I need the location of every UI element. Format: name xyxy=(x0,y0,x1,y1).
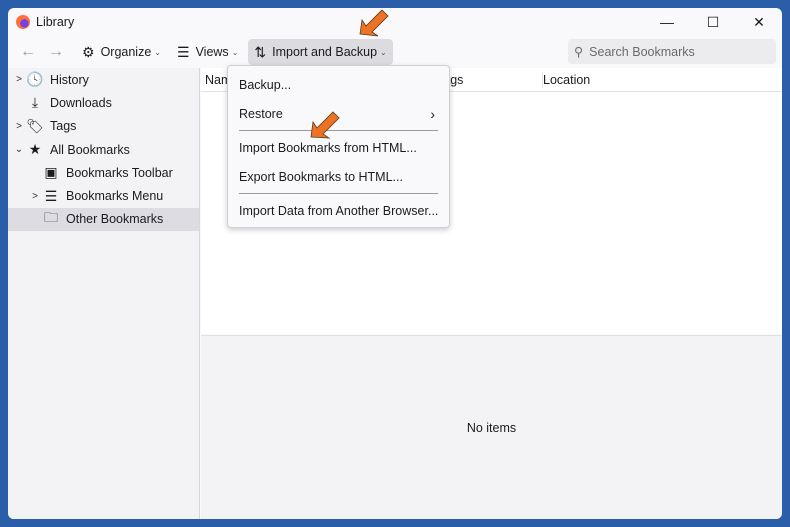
arrow-annotation-icon xyxy=(359,9,389,37)
annotation-arrows xyxy=(310,9,389,139)
arrow-annotation-icon xyxy=(310,111,340,139)
